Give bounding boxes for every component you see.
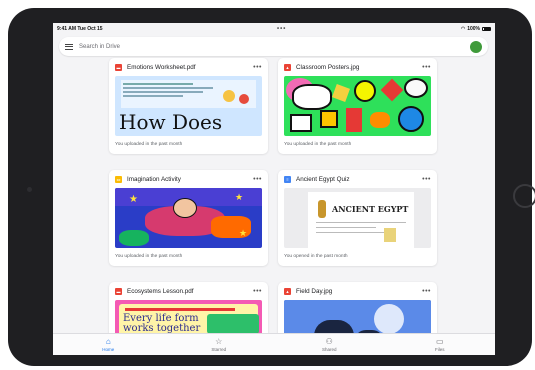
file-title: Emotions Worksheet.pdf — [127, 63, 196, 71]
status-time: 9:41 AM Tue Oct 15 — [57, 25, 103, 32]
more-options-icon[interactable]: ••• — [422, 64, 431, 71]
tab-shared[interactable]: ⚇ Shared — [274, 334, 385, 355]
card-header: ▭ Imagination Activity ••• — [109, 170, 268, 188]
file-caption: You uploaded in the past month — [284, 142, 352, 147]
tab-label: Starred — [211, 346, 227, 352]
card-header: ≡ Ancient Egypt Quiz ••• — [278, 170, 437, 188]
file-title: Ancient Egypt Quiz — [296, 175, 350, 183]
file-title: Imagination Activity — [127, 175, 181, 183]
more-options-icon[interactable]: ••• — [253, 288, 262, 295]
card-header: ▲ Field Day.jpg ••• — [278, 282, 437, 300]
file-title: Classroom Posters.jpg — [296, 63, 360, 71]
more-options-icon[interactable]: ••• — [253, 64, 262, 71]
battery-icon — [482, 26, 491, 31]
file-thumbnail — [284, 76, 431, 136]
menu-icon[interactable] — [65, 43, 73, 50]
home-hardware-button[interactable] — [513, 184, 535, 208]
card-header: ▬ Ecosystems Lesson.pdf ••• — [109, 282, 268, 300]
doc-icon: ≡ — [284, 175, 291, 183]
image-icon: ▲ — [284, 287, 291, 295]
star-icon: ☆ — [215, 336, 223, 346]
pdf-icon: ▬ — [115, 63, 122, 71]
file-card[interactable]: ▭ Imagination Activity ••• ★ ★ ★ You upl… — [109, 170, 268, 266]
file-caption: You uploaded in the past month — [115, 142, 183, 147]
file-caption: You uploaded in the past month — [115, 254, 183, 259]
thumbnail-heading: How Does — [119, 110, 223, 134]
tab-files[interactable]: ▭ Files — [385, 334, 496, 355]
thumbnail-heading: ANCIENT EGYPT — [332, 204, 409, 214]
shared-icon: ⚇ — [325, 336, 333, 346]
multitask-dots[interactable]: ••• — [277, 26, 286, 32]
file-card[interactable]: ≡ Ancient Egypt Quiz ••• ANCIENT EGYPT Y… — [278, 170, 437, 266]
more-options-icon[interactable]: ••• — [253, 176, 262, 183]
file-title: Ecosystems Lesson.pdf — [127, 287, 194, 295]
front-camera — [27, 187, 32, 192]
home-icon: ⌂ — [105, 336, 111, 346]
file-card[interactable]: ▲ Classroom Posters.jpg ••• You uploaded… — [278, 58, 437, 154]
pdf-icon: ▬ — [115, 287, 122, 295]
file-caption: You opened in the past month — [284, 254, 348, 259]
more-options-icon[interactable]: ••• — [422, 288, 431, 295]
tab-label: Home — [102, 346, 115, 352]
screen: 9:41 AM Tue Oct 15 ••• ◠ 100% Search in … — [53, 23, 495, 355]
search-input[interactable]: Search in Drive — [79, 44, 470, 50]
tab-starred[interactable]: ☆ Starred — [164, 334, 275, 355]
more-options-icon[interactable]: ••• — [422, 176, 431, 183]
card-header: ▬ Emotions Worksheet.pdf ••• — [109, 58, 268, 76]
bottom-tab-bar: ⌂ Home ☆ Starred ⚇ Shared ▭ Files — [53, 333, 495, 355]
card-header: ▲ Classroom Posters.jpg ••• — [278, 58, 437, 76]
file-thumbnail: ★ ★ ★ — [115, 188, 262, 248]
image-icon: ▲ — [284, 63, 291, 71]
status-right: ◠ 100% — [461, 26, 491, 32]
file-thumbnail: How Does — [115, 76, 262, 136]
tab-label: Files — [434, 346, 445, 352]
battery-percent: 100% — [467, 25, 480, 32]
folder-icon: ▭ — [435, 336, 444, 346]
slides-icon: ▭ — [115, 175, 122, 183]
avatar[interactable] — [470, 40, 482, 53]
tab-home[interactable]: ⌂ Home — [53, 334, 164, 355]
status-bar: 9:41 AM Tue Oct 15 ••• ◠ 100% — [53, 23, 495, 34]
file-thumbnail: ANCIENT EGYPT — [284, 188, 431, 248]
file-card[interactable]: ▬ Emotions Worksheet.pdf ••• How Does Yo… — [109, 58, 268, 154]
file-title: Field Day.jpg — [296, 287, 333, 295]
thumbnail-heading: Every life form works together — [123, 313, 201, 334]
tab-label: Shared — [321, 346, 337, 352]
wifi-icon: ◠ — [460, 25, 466, 32]
search-bar[interactable]: Search in Drive — [59, 37, 488, 56]
